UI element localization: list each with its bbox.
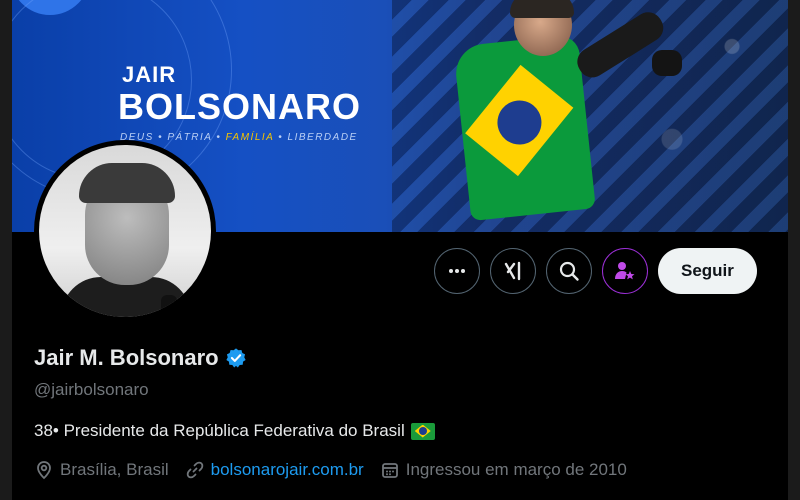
banner-last-name: BOLSONARO	[118, 86, 361, 127]
avatar[interactable]	[34, 140, 216, 322]
profile-header: JAIR BOLSONARO DEUS • PÁTRIA • FAMÍLIA •…	[12, 0, 788, 500]
grok-icon	[504, 261, 521, 281]
brazil-flag-cape	[453, 33, 596, 222]
location-item: Brasília, Brasil	[34, 460, 169, 480]
banner-slogan: DEUS • PÁTRIA • FAMÍLIA • LIBERDADE	[120, 132, 358, 143]
brazil-flag-icon	[410, 422, 435, 440]
subscribe-button[interactable]	[602, 248, 648, 294]
name-row: Jair M. Bolsonaro	[34, 345, 247, 371]
website-item: bolsonarojair.com.br	[185, 460, 364, 480]
display-name: Jair M. Bolsonaro	[34, 345, 219, 370]
banner-person-with-flag	[452, 0, 692, 232]
page-edge-right	[788, 0, 800, 500]
banner-first-name: JAIR	[122, 62, 177, 87]
user-handle: @jairbolsonaro	[34, 380, 149, 399]
grok-button[interactable]	[490, 248, 536, 294]
avatar-photo	[39, 145, 211, 317]
bio: 38• Presidente da República Federativa d…	[34, 421, 435, 441]
profile-meta: Brasília, Brasil bolsonarojair.com.br In…	[34, 460, 627, 480]
subscribe-star-person-icon	[615, 262, 635, 280]
bio-text: 38• Presidente da República Federativa d…	[34, 421, 405, 440]
verified-badge-icon[interactable]	[225, 347, 247, 369]
link-icon	[186, 461, 203, 479]
profile-actions: Seguir	[434, 248, 757, 294]
website-link[interactable]: bolsonarojair.com.br	[211, 460, 364, 480]
follow-button[interactable]: Seguir	[658, 248, 757, 294]
page-edge-left	[0, 0, 12, 500]
more-icon	[449, 269, 465, 273]
location-text: Brasília, Brasil	[60, 460, 169, 479]
more-button[interactable]	[434, 248, 480, 294]
location-pin-icon	[37, 461, 51, 480]
calendar-icon	[381, 463, 398, 478]
joined-text: Ingressou em março de 2010	[405, 460, 627, 479]
joined-item: Ingressou em março de 2010	[380, 460, 627, 480]
search-icon	[559, 261, 579, 281]
search-button[interactable]	[546, 248, 592, 294]
